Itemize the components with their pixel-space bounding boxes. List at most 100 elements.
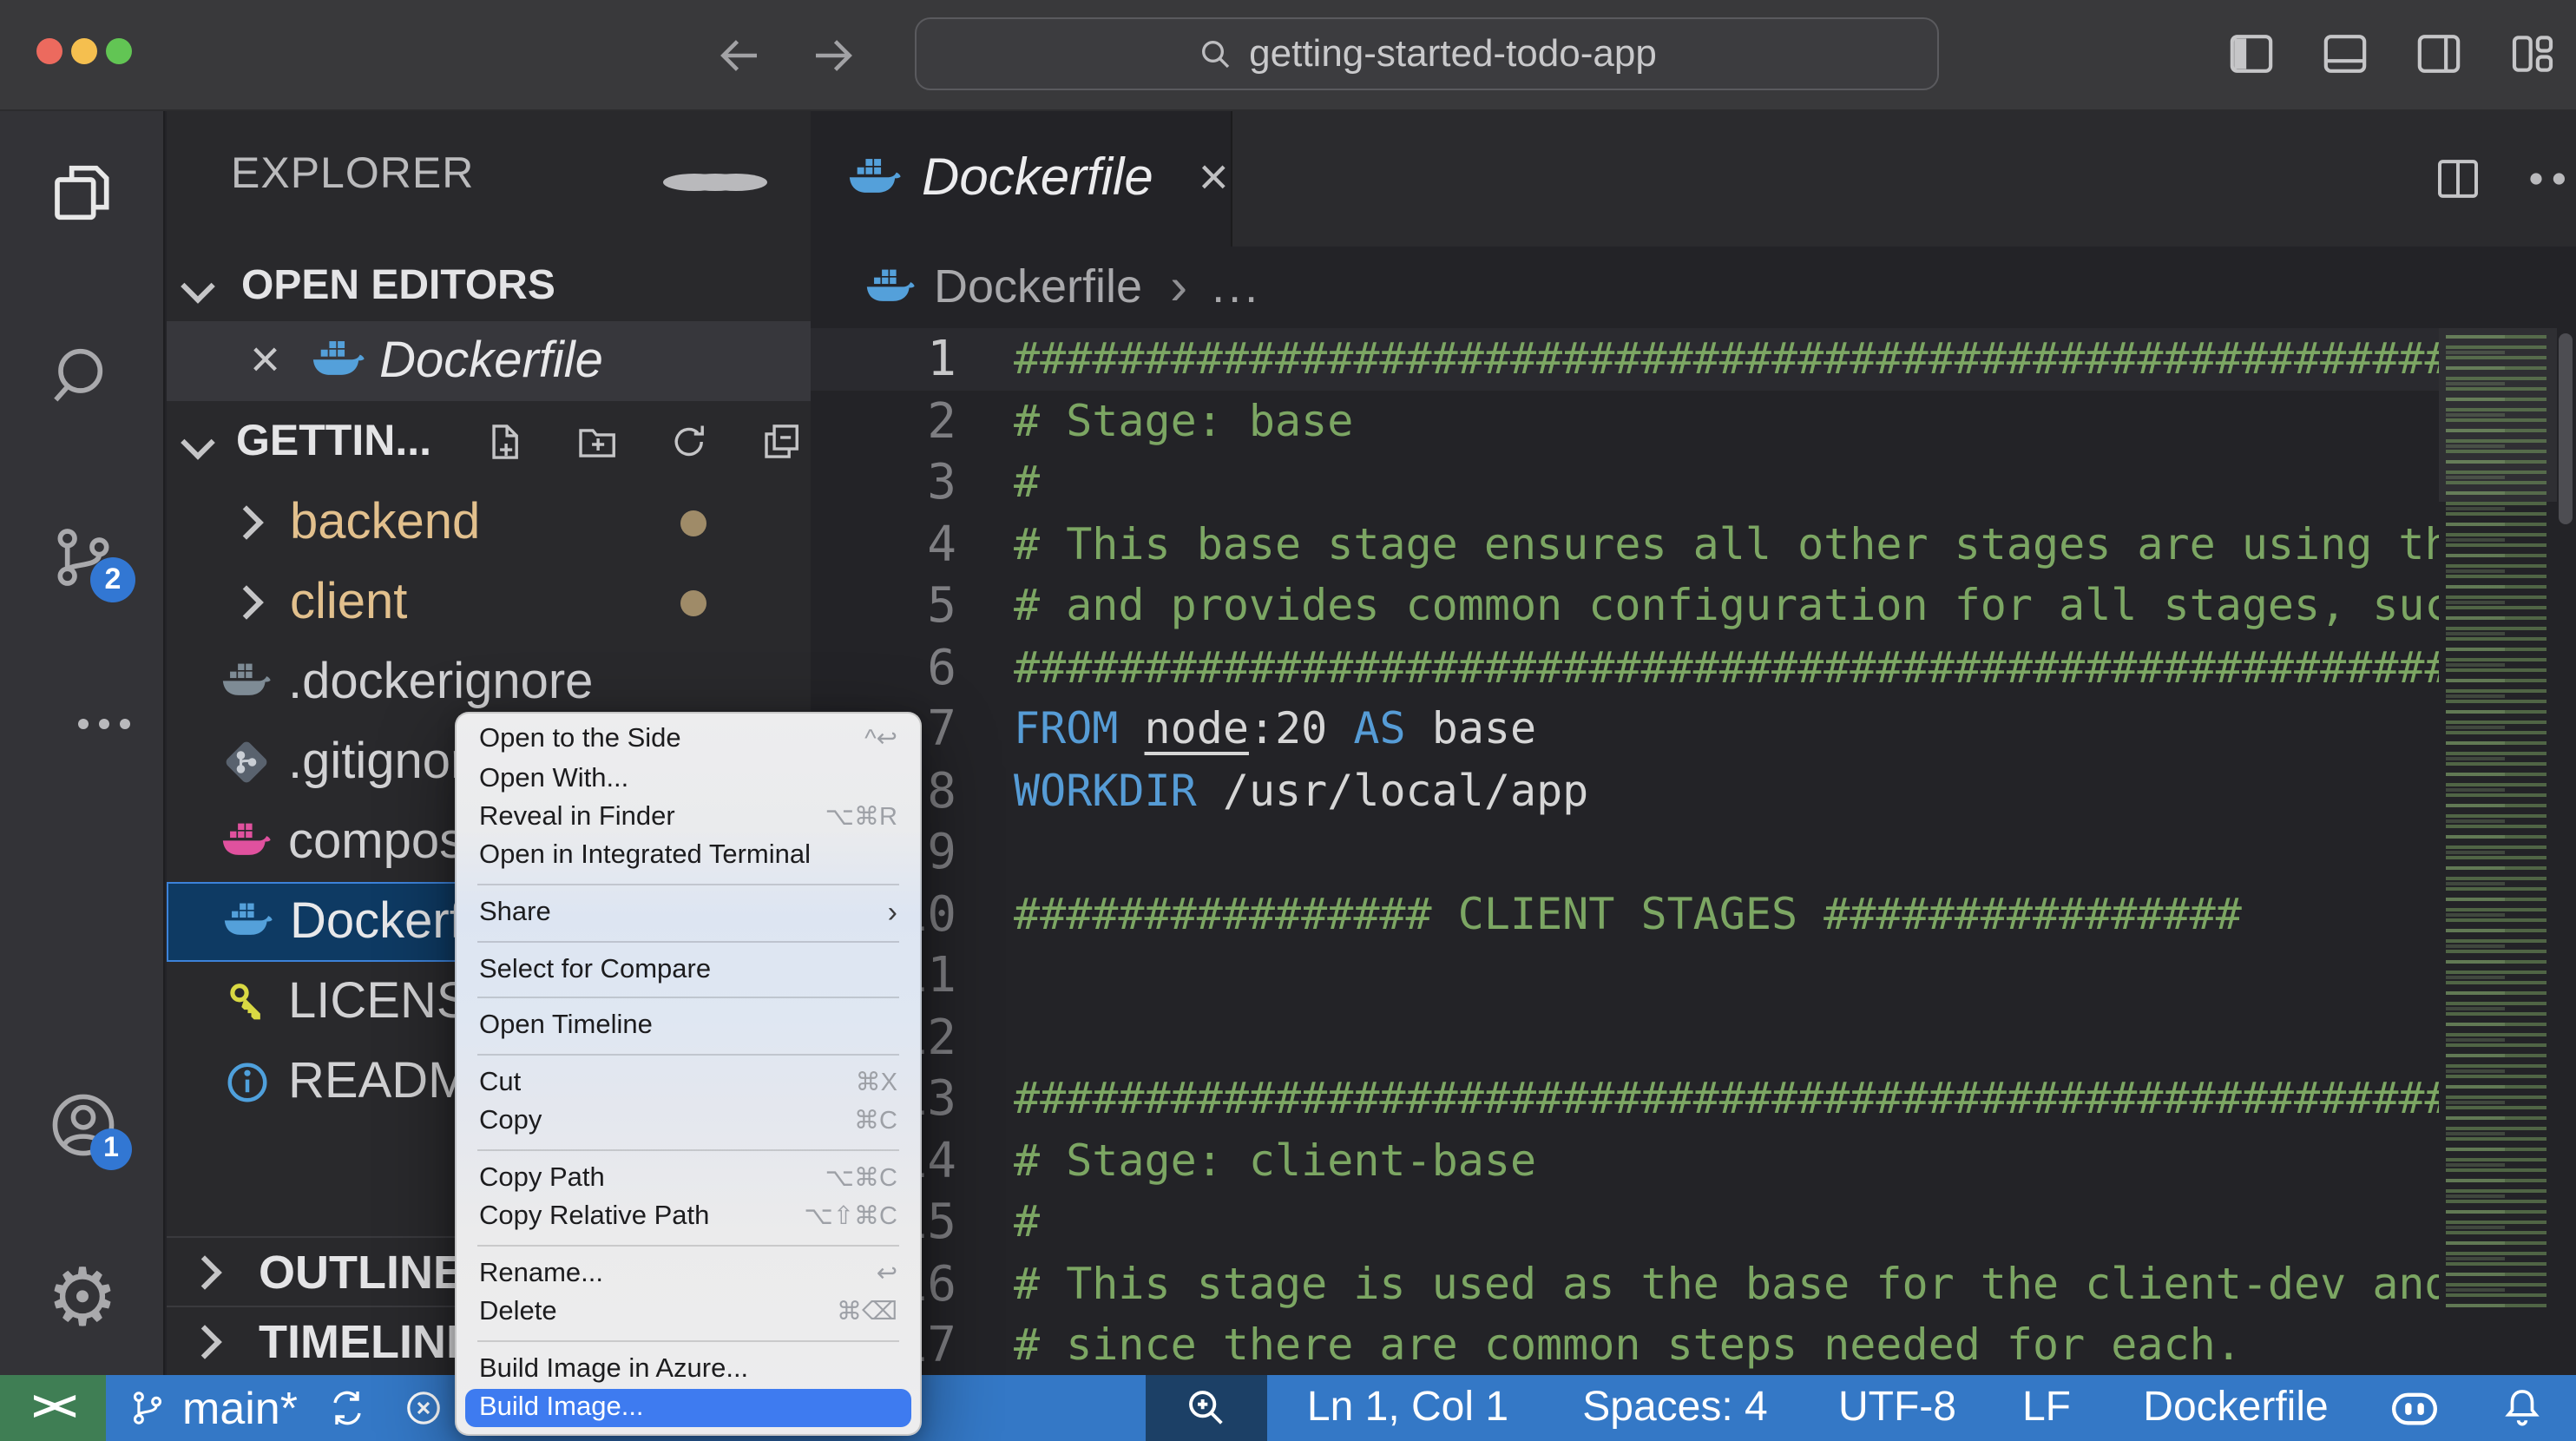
- menu-item-copy-path[interactable]: Copy Path ⌥⌘C: [457, 1159, 920, 1198]
- code-line[interactable]: 15 #: [811, 1191, 2439, 1253]
- customize-layout-icon: [2512, 36, 2553, 72]
- file-name: backend: [290, 494, 481, 549]
- code-line[interactable]: 6 #######################################…: [811, 636, 2439, 698]
- sync-icon: [334, 1391, 362, 1425]
- explorer-more-actions-icon[interactable]: [663, 174, 726, 191]
- open-editor-item-dockerfile[interactable]: × Dockerfile: [167, 321, 811, 401]
- explorer-header: EXPLORER: [167, 142, 811, 212]
- code-line[interactable]: 8 WORKDIR /usr/local/app: [811, 760, 2439, 821]
- remote-indicator[interactable]: ><: [0, 1375, 106, 1441]
- project-folder-label: GETTIN...: [236, 417, 431, 465]
- sidebar-item-more[interactable]: [0, 672, 165, 776]
- menu-item-copy-relative-path[interactable]: Copy Relative Path ⌥⇧⌘C: [457, 1198, 920, 1237]
- customize-layout-button[interactable]: [2505, 26, 2560, 82]
- copilot-status-item[interactable]: [2389, 1375, 2441, 1441]
- minimap-content-overlay: [2446, 335, 2505, 1307]
- toggle-primary-sidebar-button[interactable]: [2224, 26, 2279, 82]
- code-line[interactable]: 7 FROM node:20 AS base: [811, 698, 2439, 760]
- navigate-forward-button[interactable]: [802, 24, 864, 87]
- new-file-icon[interactable]: [483, 418, 525, 465]
- code-line[interactable]: 12: [811, 1006, 2439, 1068]
- code-line[interactable]: 17 # since there are common steps needed …: [811, 1314, 2439, 1375]
- indentation-item[interactable]: Spaces: 4: [1582, 1375, 1767, 1441]
- close-editor-icon[interactable]: ×: [250, 334, 280, 387]
- git-file-icon: [220, 740, 273, 785]
- line-number: 4: [927, 515, 956, 573]
- menu-item-open-to-the-side[interactable]: Open to the Side ^↩: [457, 720, 920, 760]
- project-section-header[interactable]: GETTIN...: [167, 401, 811, 483]
- menu-item-delete[interactable]: Delete ⌘⌫: [457, 1293, 920, 1332]
- language-mode-item[interactable]: Dockerfile: [2143, 1375, 2328, 1441]
- breadcrumb-file[interactable]: Dockerfile: [934, 260, 1142, 314]
- close-window-button[interactable]: [36, 38, 62, 64]
- refresh-icon[interactable]: [668, 418, 710, 465]
- tree-item-backend[interactable]: backend: [167, 483, 811, 563]
- editor-scrollbar-thumb[interactable]: [2559, 333, 2573, 524]
- key-icon: [220, 979, 273, 1024]
- minimize-window-button[interactable]: [71, 38, 97, 64]
- menu-item-open-with[interactable]: Open With...: [457, 760, 920, 799]
- notifications-item[interactable]: [2500, 1375, 2545, 1441]
- code-line[interactable]: 13 ######################################…: [811, 1068, 2439, 1129]
- code-editor[interactable]: 1 #######################################…: [811, 328, 2439, 1375]
- collapse-folders-icon[interactable]: [760, 418, 802, 465]
- menu-item-open-in-integrated-terminal[interactable]: Open in Integrated Terminal: [457, 837, 920, 876]
- docker-file-icon: [849, 156, 901, 201]
- problems-status-item[interactable]: [403, 1375, 444, 1441]
- menu-item-rename[interactable]: Rename... ↩: [457, 1254, 920, 1293]
- encoding-item[interactable]: UTF-8: [1838, 1375, 1956, 1441]
- zoom-status-item[interactable]: [1146, 1375, 1267, 1441]
- toggle-secondary-sidebar-button[interactable]: [2411, 26, 2467, 82]
- code-line[interactable]: 2 # Stage: base: [811, 390, 2439, 451]
- new-folder-icon[interactable]: [575, 418, 617, 465]
- code-line[interactable]: 10 ################ CLIENT STAGES #######…: [811, 883, 2439, 944]
- code-line[interactable]: 4 # This base stage ensures all other sta…: [811, 513, 2439, 575]
- accounts-button[interactable]: 1: [0, 1073, 165, 1177]
- chevron-down-icon: [181, 424, 215, 459]
- tree-item-dockerignore[interactable]: .dockerignore: [167, 642, 811, 722]
- activity-bar: 2 1 ⚙: [0, 111, 165, 1375]
- code-line[interactable]: 11: [811, 944, 2439, 1006]
- breadcrumb[interactable]: Dockerfile › ...: [811, 247, 2576, 328]
- menu-item-reveal-in-finder[interactable]: Reveal in Finder ⌥⌘R: [457, 799, 920, 838]
- branch-status-item[interactable]: main*: [128, 1375, 369, 1441]
- modified-indicator: [680, 590, 706, 616]
- minimap[interactable]: [2439, 328, 2557, 1375]
- code-line[interactable]: 1 #######################################…: [811, 328, 2439, 390]
- docker-compose-file-icon: [220, 819, 273, 865]
- menu-item-build-image-in-azure[interactable]: Build Image in Azure...: [457, 1350, 920, 1389]
- toggle-panel-button[interactable]: [2317, 26, 2373, 82]
- code-line[interactable]: 5 # and provides common configuration for…: [811, 575, 2439, 636]
- split-editor-icon[interactable]: [2434, 155, 2482, 203]
- zoom-window-button[interactable]: [106, 38, 132, 64]
- menu-item-build-image[interactable]: Build Image...: [465, 1388, 911, 1428]
- menu-item-open-timeline[interactable]: Open Timeline: [457, 1007, 920, 1046]
- code-line[interactable]: 14 # Stage: client-base: [811, 1129, 2439, 1191]
- code-line[interactable]: 16 # This stage is used as the base for t…: [811, 1253, 2439, 1314]
- navigate-back-button[interactable]: [708, 24, 771, 87]
- open-editors-section-header[interactable]: OPEN EDITORS: [167, 253, 811, 319]
- command-center-search[interactable]: getting-started-todo-app: [915, 17, 1939, 90]
- tree-item-client[interactable]: client: [167, 563, 811, 642]
- timeline-label: TIMELINE: [259, 1315, 477, 1367]
- code-line[interactable]: 9: [811, 821, 2439, 883]
- sidebar-item-source-control[interactable]: 2: [0, 505, 165, 609]
- menu-item-copy[interactable]: Copy ⌘C: [457, 1102, 920, 1142]
- docker-file-icon: [864, 265, 917, 310]
- settings-button[interactable]: ⚙: [0, 1245, 165, 1349]
- tab-title: Dockerfile: [922, 149, 1153, 207]
- menu-item-cut[interactable]: Cut ⌘X: [457, 1063, 920, 1102]
- tab-dockerfile[interactable]: Dockerfile ×: [811, 111, 1232, 247]
- more-actions-icon[interactable]: [2530, 173, 2542, 185]
- source-control-badge: 2: [90, 557, 135, 602]
- sidebar-item-search[interactable]: [0, 325, 165, 429]
- chevron-right-icon: [229, 505, 264, 540]
- menu-item-select-for-compare[interactable]: Select for Compare: [457, 951, 920, 990]
- cursor-position-item[interactable]: Ln 1, Col 1: [1307, 1375, 1508, 1441]
- menu-item-share[interactable]: Share ›: [457, 894, 920, 933]
- eol-item[interactable]: LF: [2022, 1375, 2071, 1441]
- close-tab-icon[interactable]: ×: [1199, 152, 1229, 205]
- sidebar-item-explorer[interactable]: [0, 141, 165, 245]
- breadcrumb-more[interactable]: ...: [1212, 260, 1261, 314]
- code-line[interactable]: 3 #: [811, 451, 2439, 513]
